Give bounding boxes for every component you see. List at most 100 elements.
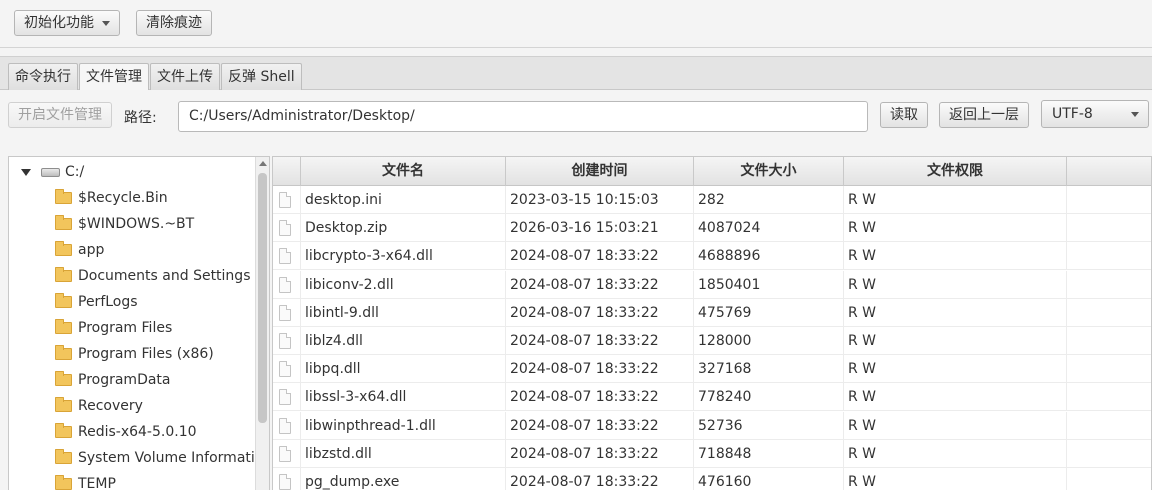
file-icon: [279, 248, 291, 265]
cell-time: 2024-08-07 18:33:22: [506, 439, 694, 468]
table-row[interactable]: libssl-3-x64.dll 2024-08-07 18:33:22 77824…: [273, 383, 1151, 412]
tree-root-label: C:/: [65, 164, 85, 180]
cell-size: 1850401: [694, 270, 844, 299]
read-button[interactable]: 读取: [880, 102, 928, 128]
folder-icon: [55, 371, 72, 386]
tree-item-label: Program Files (x86): [78, 346, 214, 362]
cell-size: 52736: [694, 411, 844, 440]
file-icon-cell: [273, 327, 301, 355]
tree-item-label: System Volume Informati: [78, 450, 255, 466]
column-header-permission[interactable]: 文件权限: [844, 157, 1067, 186]
directory-tree: C:/ $Recycle.Bin $WINDOWS.~BT app Documents…: [8, 156, 270, 490]
file-icon: [279, 304, 291, 321]
init-function-menu[interactable]: 初始化功能: [14, 10, 120, 36]
folder-icon: [55, 241, 72, 256]
tree-item-label: TEMP: [78, 476, 116, 490]
encoding-select[interactable]: UTF-8: [1041, 100, 1149, 128]
cell-size: 4087024: [694, 214, 844, 243]
file-icon: [279, 389, 291, 406]
cell-name: pg_dump.exe: [301, 468, 506, 490]
cell-name: libintl-9.dll: [301, 298, 506, 327]
file-icon: [279, 333, 291, 349]
file-icon: [279, 445, 291, 462]
tab-reverse-shell[interactable]: 反弹 Shell: [221, 63, 302, 91]
tab-file-upload[interactable]: 文件上传: [150, 63, 220, 91]
encoding-value: UTF-8: [1052, 106, 1093, 122]
file-icon-cell: [273, 411, 301, 440]
table-row[interactable]: libiconv-2.dll 2024-08-07 18:33:22 1850401…: [273, 270, 1151, 299]
expand-arrow-icon[interactable]: [21, 169, 31, 176]
init-function-label: 初始化功能: [24, 15, 94, 31]
folder-icon: [55, 293, 72, 308]
file-table: 文件名 创建时间 文件大小 文件权限 desktop.ini 2023-03-15…: [272, 156, 1152, 490]
file-toolbar: 开启文件管理 路径: C:/Users/Administrator/Deskto…: [0, 90, 1152, 146]
cell-perm: R W: [844, 468, 1067, 490]
tree-item-label: Redis-x64-5.0.10: [78, 424, 197, 440]
scrollbar-thumb[interactable]: [258, 173, 267, 423]
cell-perm: R W: [844, 383, 1067, 412]
file-icon: [279, 192, 291, 208]
cell-perm: R W: [844, 186, 1067, 214]
table-row[interactable]: liblz4.dll 2024-08-07 18:33:22 128000 R W: [273, 327, 1151, 355]
top-bar: 初始化功能 清除痕迹: [0, 0, 1152, 48]
cell-perm: R W: [844, 270, 1067, 299]
go-up-button[interactable]: 返回上一层: [939, 102, 1029, 128]
drive-icon: [41, 168, 60, 177]
file-icon-cell: [273, 468, 301, 490]
cell-size: 282: [694, 186, 844, 214]
file-icon-cell: [273, 439, 301, 468]
column-header-time[interactable]: 创建时间: [506, 157, 694, 186]
column-header-filler: [1067, 157, 1151, 186]
cell-name: libpq.dll: [301, 355, 506, 384]
tree-scrollbar[interactable]: [255, 157, 269, 490]
tab-command-exec[interactable]: 命令执行: [8, 63, 78, 91]
table-row[interactable]: libwinpthread-1.dll 2024-08-07 18:33:22 52…: [273, 411, 1151, 440]
path-label: 路径:: [124, 110, 157, 126]
column-header-size[interactable]: 文件大小: [694, 157, 844, 186]
cell-name: Desktop.zip: [301, 214, 506, 243]
table-row[interactable]: libpq.dll 2024-08-07 18:33:22 327168 R W: [273, 355, 1151, 384]
table-row[interactable]: libzstd.dll 2024-08-07 18:33:22 718848 R W: [273, 439, 1151, 468]
folder-icon: [55, 345, 72, 360]
table-row[interactable]: pg_dump.exe 2024-08-07 18:33:22 476160 R W: [273, 468, 1151, 490]
file-icon-cell: [273, 270, 301, 299]
tree-item-label: ProgramData: [78, 372, 171, 388]
file-icon-cell: [273, 214, 301, 243]
table-row[interactable]: Desktop.zip 2026-03-16 15:03:21 4087024 R W: [273, 214, 1151, 243]
table-row[interactable]: libcrypto-3-x64.dll 2024-08-07 18:33:22 46…: [273, 242, 1151, 271]
tree-item-label: app: [78, 242, 105, 258]
folder-icon: [55, 423, 72, 438]
cell-name: libiconv-2.dll: [301, 270, 506, 299]
folder-icon: [55, 319, 72, 334]
cell-time: 2024-08-07 18:33:22: [506, 411, 694, 440]
cell-name: desktop.ini: [301, 186, 506, 214]
folder-icon: [55, 267, 72, 282]
folder-icon: [55, 397, 72, 412]
file-icon: [279, 474, 291, 490]
table-row[interactable]: libintl-9.dll 2024-08-07 18:33:22 475769 R …: [273, 298, 1151, 327]
cell-time: 2024-08-07 18:33:22: [506, 242, 694, 271]
file-icon: [279, 417, 291, 434]
column-header-name[interactable]: 文件名: [301, 157, 506, 186]
cell-name: liblz4.dll: [301, 327, 506, 355]
path-input[interactable]: C:/Users/Administrator/Desktop/: [178, 101, 868, 132]
tree-item-label: Documents and Settings: [78, 268, 251, 284]
tab-file-manager[interactable]: 文件管理: [79, 63, 149, 92]
cell-size: 128000: [694, 327, 844, 355]
file-icon: [279, 276, 291, 293]
clear-traces-button[interactable]: 清除痕迹: [136, 10, 212, 36]
tree-item-label: Recovery: [78, 398, 143, 414]
file-icon: [279, 220, 291, 237]
scroll-up-icon[interactable]: [259, 161, 267, 166]
cell-time: 2026-03-16 15:03:21: [506, 214, 694, 243]
cell-size: 475769: [694, 298, 844, 327]
file-icon-cell: [273, 186, 301, 214]
cell-size: 476160: [694, 468, 844, 490]
cell-perm: R W: [844, 242, 1067, 271]
open-file-manager-button[interactable]: 开启文件管理: [8, 102, 112, 128]
tree-item-label: $Recycle.Bin: [78, 190, 168, 206]
file-icon-cell: [273, 242, 301, 271]
folder-icon: [55, 215, 72, 230]
table-row[interactable]: desktop.ini 2023-03-15 10:15:03 282 R W: [273, 186, 1151, 214]
tab-strip: 命令执行 文件管理 文件上传 反弹 Shell: [0, 56, 1152, 92]
